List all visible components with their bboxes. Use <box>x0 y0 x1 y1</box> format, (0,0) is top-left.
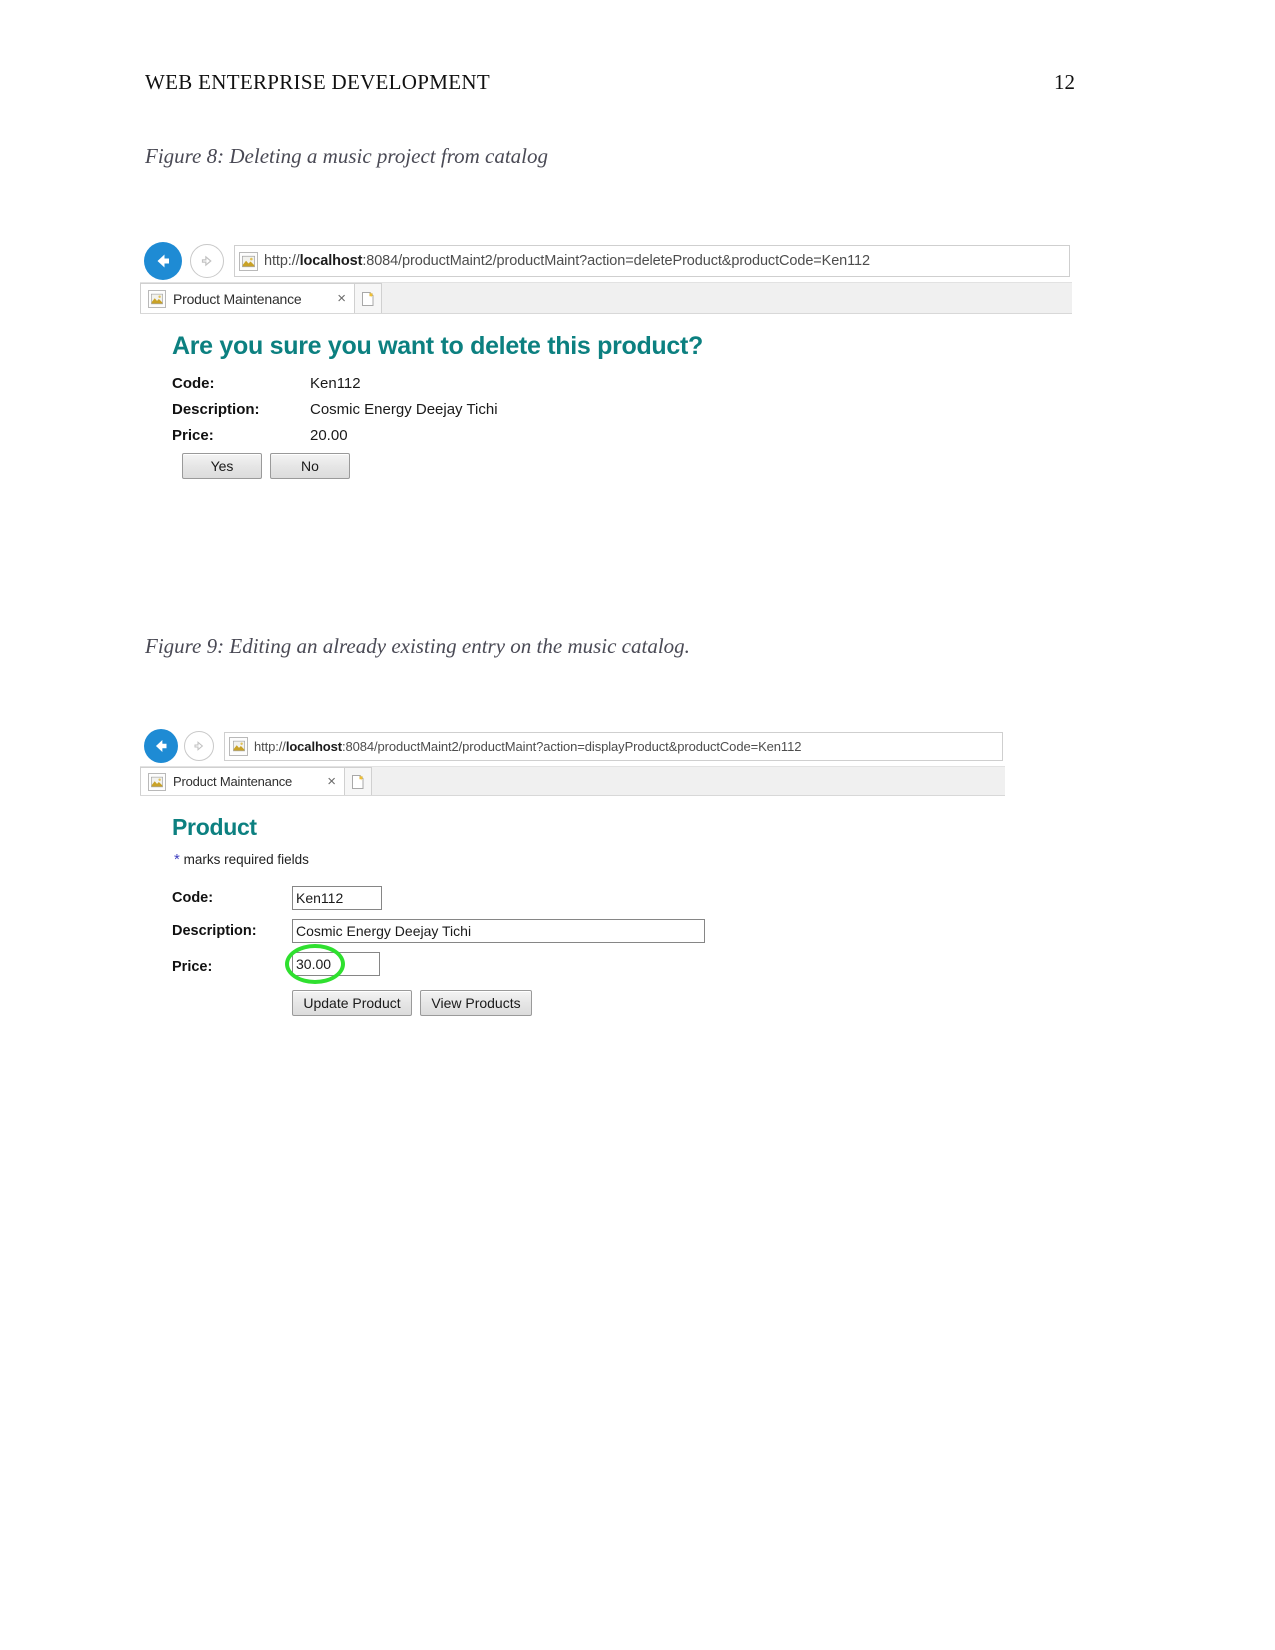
new-tab-icon[interactable] <box>345 767 372 795</box>
price-input-wrapper: 30.00 <box>285 944 380 984</box>
update-product-button[interactable]: Update Product <box>292 990 412 1016</box>
browser-navigation-bar: http://localhost:8084/productMaint2/prod… <box>140 240 1072 283</box>
back-arrow-icon[interactable] <box>144 242 182 280</box>
field-row-description: Description: Cosmic Energy Deejay Tichi <box>172 401 1072 418</box>
required-note-text: marks required fields <box>179 852 309 867</box>
confirmation-button-row: Yes No <box>182 453 1072 479</box>
field-label-code: Code: <box>172 375 215 392</box>
form-row-price: Price: 30.00 <box>172 944 1005 984</box>
close-icon[interactable]: × <box>337 291 346 306</box>
tab-title: Product Maintenance <box>173 290 302 307</box>
new-tab-icon[interactable] <box>355 283 382 313</box>
address-bar-url: http://localhost:8084/productMaint2/prod… <box>264 253 870 269</box>
form-label-code: Code: <box>172 890 214 906</box>
field-row-price: Price: 20.00 <box>172 427 1072 444</box>
browser-tab-strip: Product Maintenance × <box>140 283 1072 314</box>
back-arrow-icon[interactable] <box>144 729 178 763</box>
url-host: localhost <box>299 253 363 269</box>
view-products-button[interactable]: View Products <box>420 990 532 1016</box>
yes-button[interactable]: Yes <box>182 453 262 479</box>
page-title: Product <box>172 814 257 840</box>
field-value-price: 20.00 <box>310 427 348 444</box>
code-input[interactable]: Ken112 <box>292 886 382 910</box>
form-button-row: Update Product View Products <box>292 990 1005 1016</box>
url-host: localhost <box>285 738 342 754</box>
field-label-price: Price: <box>172 427 214 444</box>
required-fields-note: * marks required fields <box>174 851 1005 868</box>
form-row-code: Code: Ken112 <box>172 886 1005 910</box>
close-icon[interactable]: × <box>327 774 336 789</box>
field-label-description: Description: <box>172 401 260 418</box>
browser-tab-product-maintenance[interactable]: Product Maintenance × <box>140 767 345 795</box>
field-value-code: Ken112 <box>310 375 361 392</box>
page-favicon-icon <box>239 251 258 271</box>
form-label-description: Description: <box>172 923 257 939</box>
figure-8-browser-screenshot: http://localhost:8084/productMaint2/prod… <box>140 240 1072 495</box>
page-viewport-delete-confirmation: Are you sure you want to delete this pro… <box>140 314 1072 479</box>
tab-favicon-icon <box>148 772 166 791</box>
url-path: :8084/productMaint2/productMaint?action=… <box>362 253 870 269</box>
price-input[interactable]: 30.00 <box>292 952 380 976</box>
no-button[interactable]: No <box>270 453 350 479</box>
url-path: :8084/productMaint2/productMaint?action=… <box>342 738 802 754</box>
tab-favicon-icon <box>148 289 166 308</box>
browser-tab-strip: Product Maintenance × <box>140 767 1005 796</box>
forward-arrow-icon[interactable] <box>190 244 224 278</box>
address-bar[interactable]: http://localhost:8084/productMaint2/prod… <box>234 245 1070 277</box>
figure-8-caption: Figure 8: Deleting a music project from … <box>145 144 549 168</box>
field-value-description: Cosmic Energy Deejay Tichi <box>310 401 498 418</box>
running-head: WEB ENTERPRISE DEVELOPMENT <box>145 70 490 94</box>
page-number: 12 <box>1054 70 1075 94</box>
browser-navigation-bar: http://localhost:8084/productMaint2/prod… <box>140 726 1005 767</box>
url-prefix: http:// <box>264 253 300 269</box>
tab-title: Product Maintenance <box>173 774 293 789</box>
forward-arrow-icon[interactable] <box>184 731 214 761</box>
page-title: Are you sure you want to delete this pro… <box>172 332 704 360</box>
figure-9-caption: Figure 9: Editing an already existing en… <box>145 634 690 658</box>
url-prefix: http:// <box>254 738 286 754</box>
address-bar[interactable]: http://localhost:8084/productMaint2/prod… <box>224 731 1003 761</box>
form-row-description: Description: Cosmic Energy Deejay Tichi <box>172 919 1005 943</box>
address-bar-url: http://localhost:8084/productMaint2/prod… <box>254 739 801 754</box>
browser-tab-product-maintenance[interactable]: Product Maintenance × <box>140 283 355 313</box>
description-input[interactable]: Cosmic Energy Deejay Tichi <box>292 919 705 943</box>
field-row-code: Code: Ken112 <box>172 375 1072 392</box>
document-header: WEB ENTERPRISE DEVELOPMENT 12 <box>145 70 1075 95</box>
figure-9-browser-screenshot: http://localhost:8084/productMaint2/prod… <box>140 726 1005 1016</box>
form-label-price: Price: <box>172 958 213 975</box>
page-viewport-product-form: Product * marks required fields Code: Ke… <box>140 796 1005 1016</box>
page-favicon-icon <box>229 736 248 756</box>
